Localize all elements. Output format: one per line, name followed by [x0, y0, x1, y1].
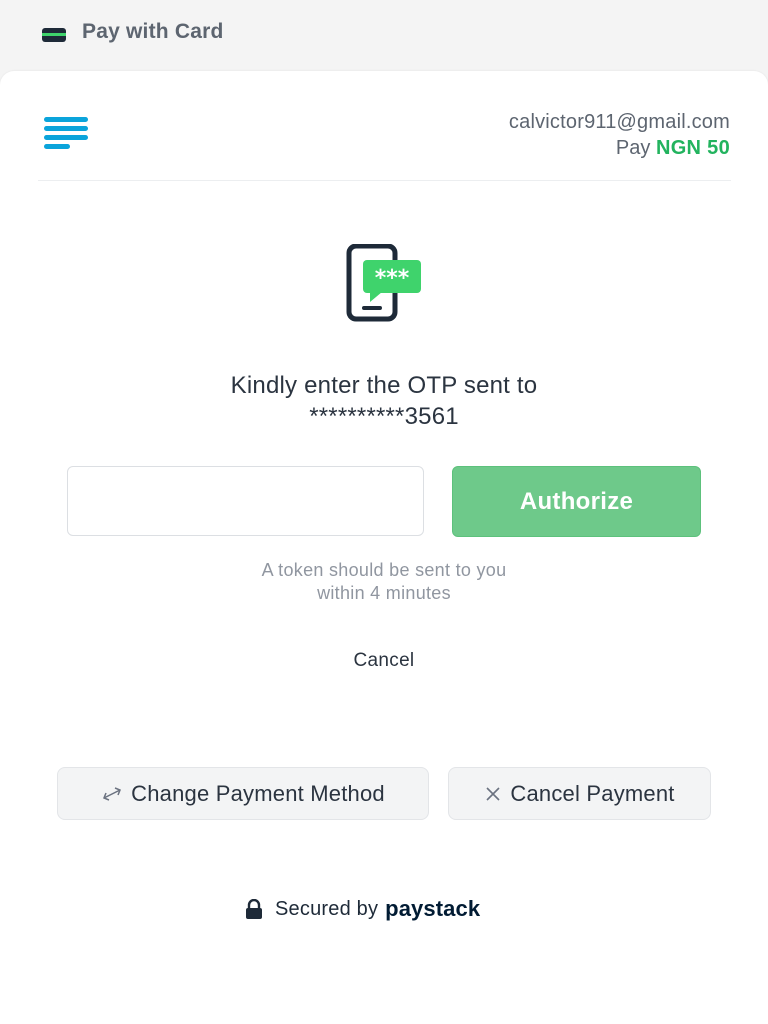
- top-bar: Pay with Card: [0, 0, 768, 70]
- lock-icon: [246, 899, 262, 919]
- authorize-button[interactable]: Authorize: [452, 466, 701, 537]
- payment-method-title: Pay with Card: [82, 20, 224, 43]
- token-hint-line1: A token should be sent to you: [261, 560, 507, 580]
- paystack-brand: paystack: [385, 896, 481, 921]
- customer-email: calvictor911@gmail.com: [508, 111, 730, 133]
- close-icon: [486, 786, 500, 801]
- otp-instruction: Kindly enter the OTP sent to **********3…: [0, 370, 768, 432]
- otp-input[interactable]: [67, 466, 424, 536]
- phone-message-icon: ***: [346, 244, 421, 322]
- payment-panel: [0, 71, 768, 1024]
- token-hint: A token should be sent to you within 4 m…: [0, 559, 768, 605]
- pay-amount: NGN 50: [655, 137, 730, 159]
- secured-by-footer: Secured by paystack: [245, 894, 480, 924]
- swap-arrows-icon: [103, 786, 122, 801]
- credit-card-icon: [42, 28, 66, 42]
- otp-instruction-line1: Kindly enter the OTP sent to: [230, 372, 538, 399]
- token-hint-line2: within 4 minutes: [317, 583, 451, 603]
- change-payment-method-button[interactable]: Change Payment Method: [57, 767, 429, 820]
- masked-phone-number: **********3561: [309, 403, 459, 430]
- pay-label: Pay: [615, 137, 651, 159]
- svg-text:***: ***: [375, 266, 410, 291]
- menu-lines-logo-icon: [44, 117, 90, 153]
- header-divider: [38, 180, 731, 181]
- change-payment-method-label: Change Payment Method: [131, 780, 385, 806]
- cancel-otp-link[interactable]: Cancel: [334, 650, 434, 672]
- cancel-payment-button[interactable]: Cancel Payment: [448, 767, 711, 820]
- cancel-payment-label: Cancel Payment: [510, 780, 675, 806]
- pay-amount-line: Pay NGN 50: [616, 137, 730, 160]
- secured-by-label: Secured by: [275, 897, 379, 920]
